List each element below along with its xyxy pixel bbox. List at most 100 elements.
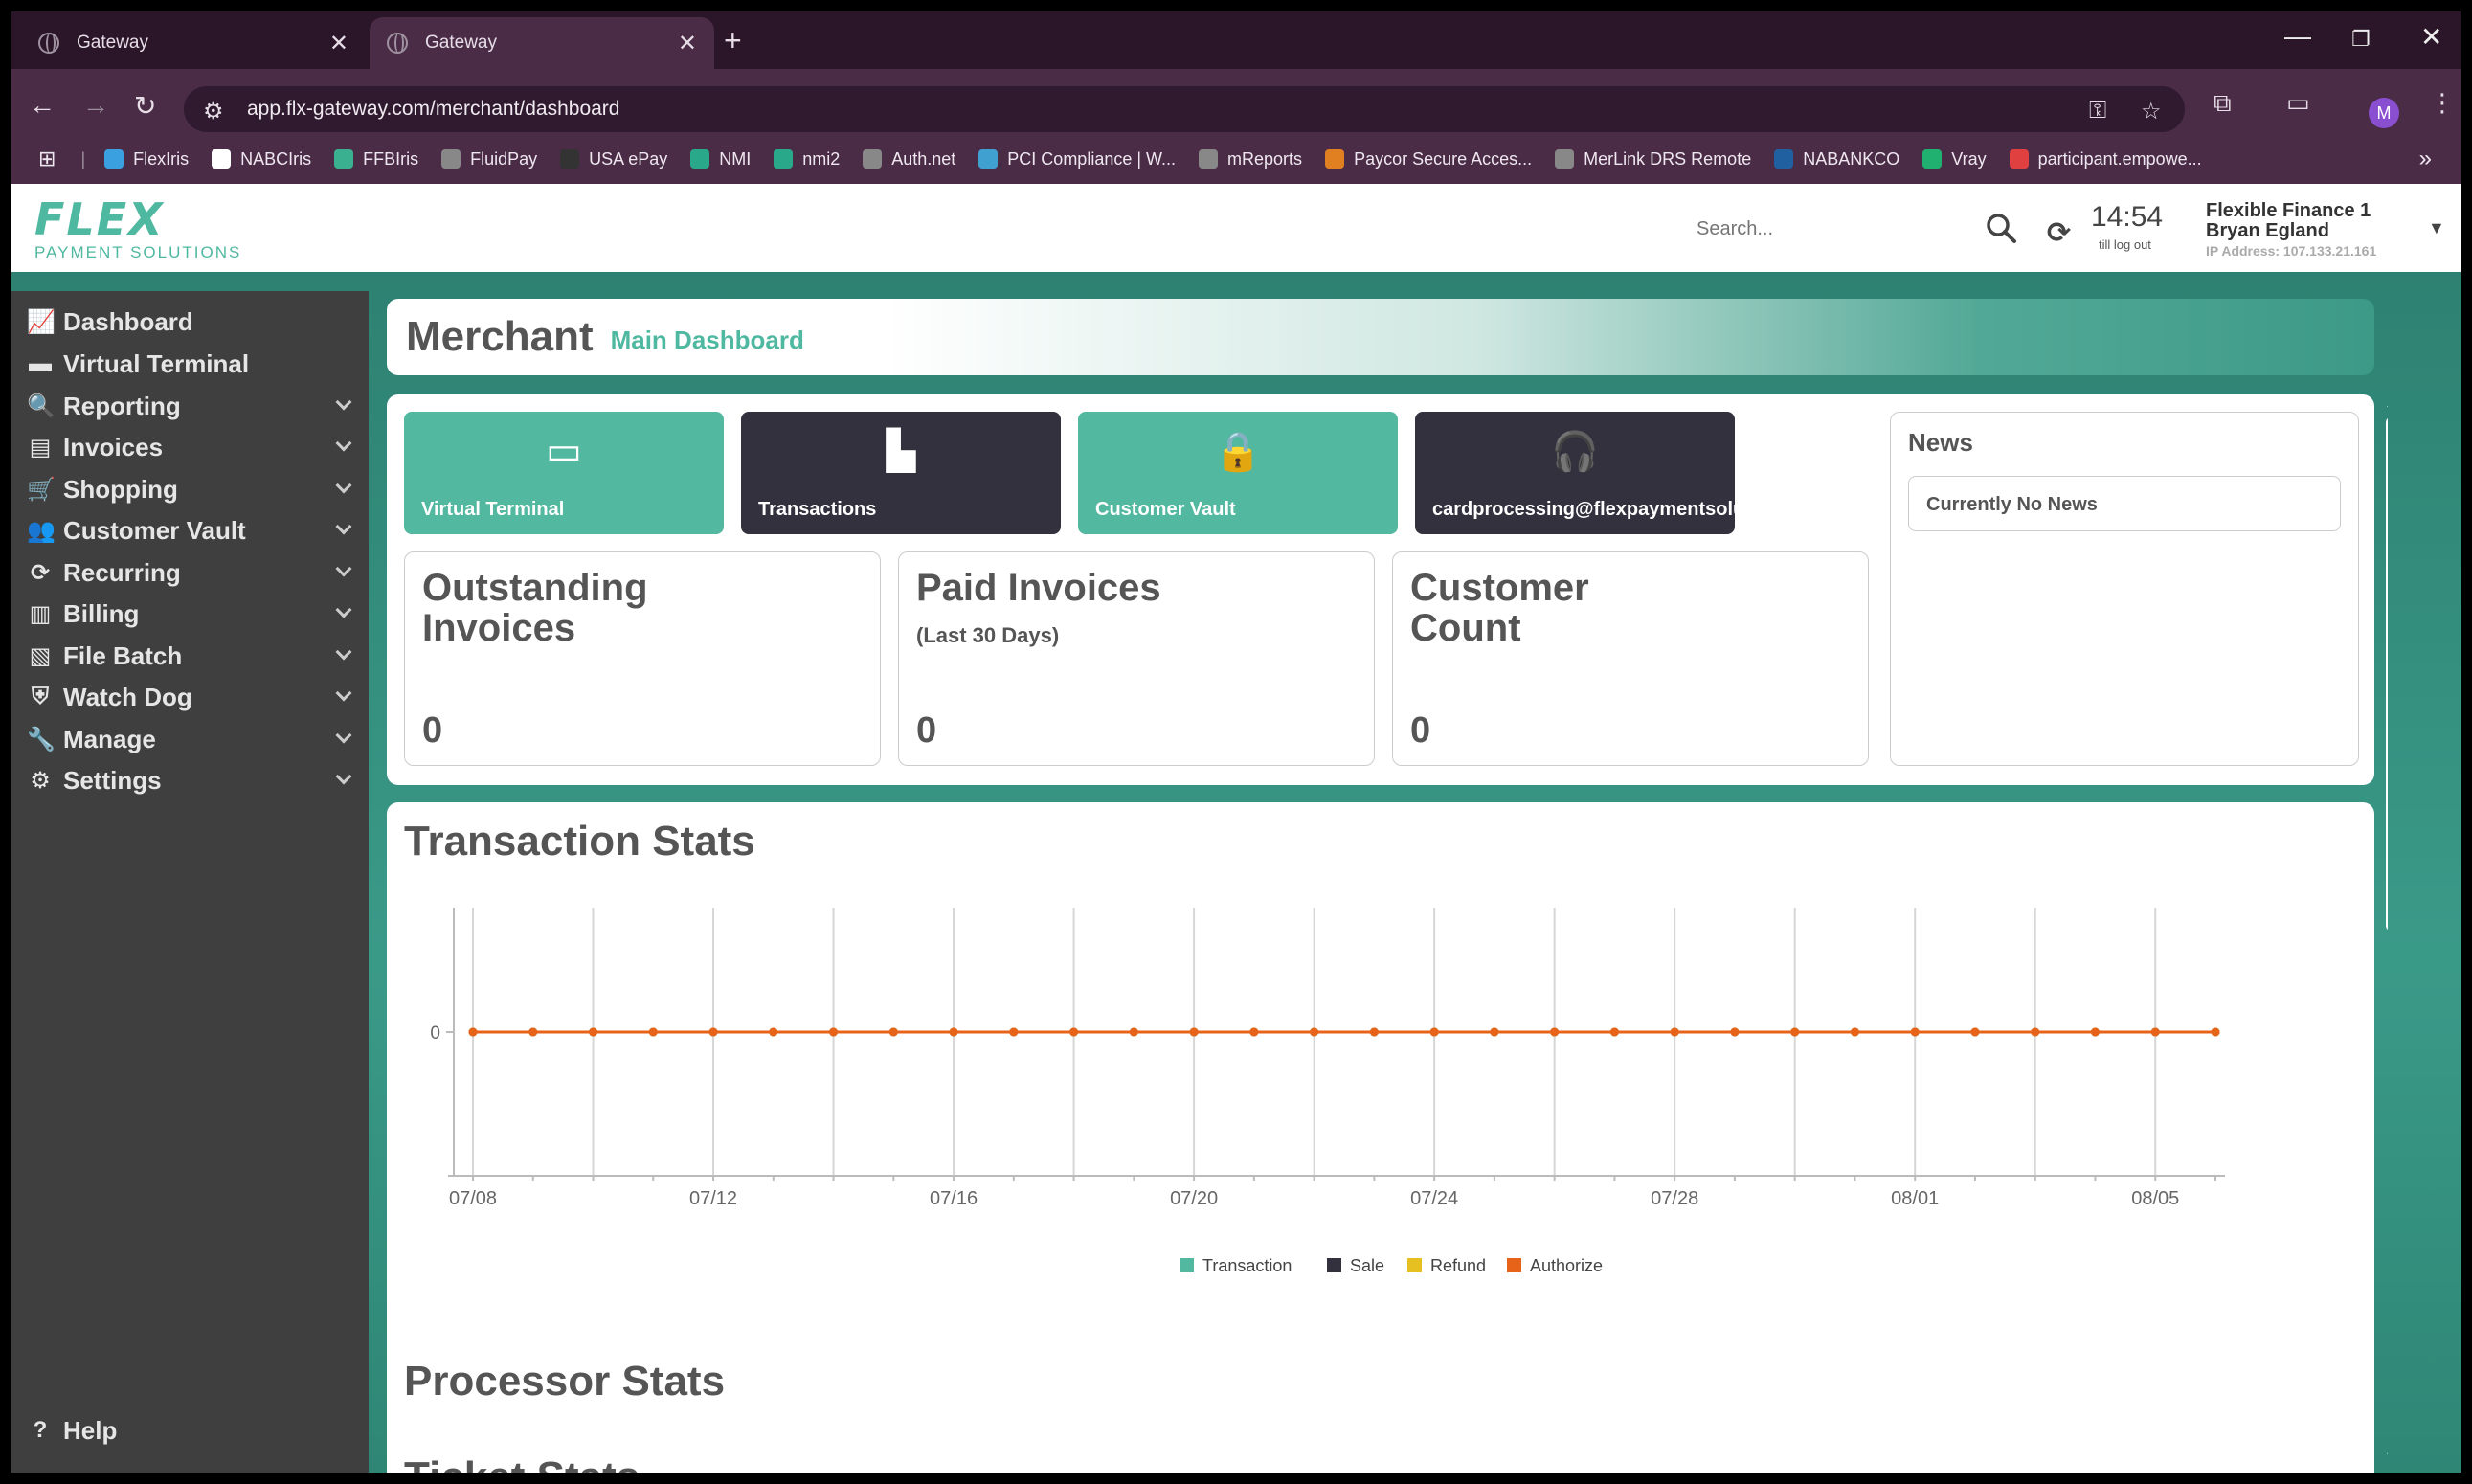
sidebar-item-watch-dog[interactable]: ⛨ Watch Dog	[27, 678, 357, 716]
menu-icon[interactable]: ⋮	[2430, 88, 2455, 118]
sidebar-item-reporting[interactable]: 🔍 Reporting	[27, 387, 357, 425]
sidebar-item-file-batch[interactable]: ▧ File Batch	[27, 637, 357, 675]
forward-icon[interactable]: →	[82, 90, 109, 121]
window-close-icon[interactable]: ✕	[2420, 21, 2442, 53]
bookmark-label: participant.empowe...	[2037, 148, 2202, 169]
search-icon[interactable]	[1984, 211, 2018, 245]
legend-label-authorize: Authorize	[1530, 1256, 1603, 1275]
bookmark-item[interactable]: nmi2	[774, 149, 840, 169]
chevron-down-icon[interactable]	[335, 643, 352, 661]
chevron-down-icon[interactable]	[335, 727, 352, 744]
browser-tab-active[interactable]: Gateway ✕	[370, 17, 714, 69]
more-bookmarks-icon[interactable]: »	[2419, 146, 2432, 172]
bookmark-item[interactable]: NMI	[690, 149, 751, 169]
reload-icon[interactable]: ↻	[134, 90, 156, 122]
bookmark-item[interactable]: Vray	[1922, 149, 1987, 169]
restore-icon[interactable]: ❐	[2351, 27, 2371, 52]
new-tab-icon[interactable]: +	[724, 23, 742, 58]
sidebar-item-billing[interactable]: ▥ Billing	[27, 595, 357, 633]
sidebar-item-label: Virtual Terminal	[63, 349, 250, 378]
bookmark-favicon-icon	[1555, 149, 1575, 169]
chevron-down-icon[interactable]	[335, 685, 352, 702]
sidebar-item-manage[interactable]: 🔧 Manage	[27, 720, 357, 758]
sidebar-item-customer-vault[interactable]: 👥 Customer Vault	[27, 511, 357, 550]
chevron-down-icon[interactable]	[335, 601, 352, 618]
chevron-down-icon[interactable]	[335, 560, 352, 577]
user-menu[interactable]: Flexible Finance 1 Bryan Egland IP Addre…	[2206, 201, 2376, 261]
bookmark-item[interactable]: PCI Compliance | W...	[978, 149, 1176, 169]
bookmark-item[interactable]: participant.empowe...	[2009, 148, 2202, 169]
scroll-down-arrow-icon[interactable]: ▼	[2384, 1450, 2388, 1467]
sidebar-item-virtual-terminal[interactable]: ▬ Virtual Terminal	[27, 345, 357, 383]
browser-window: Gateway ✕ Gateway ✕ + — ❐ ✕ ← → ↻ ⚙ app.…	[11, 11, 2461, 1473]
bookmark-item[interactable]: Paycor Secure Acces...	[1325, 149, 1532, 169]
session-refresh-icon[interactable]: ⟳	[2047, 216, 2071, 250]
outstanding-invoices-card[interactable]: Outstanding Invoices 0	[404, 551, 881, 766]
browser-tab[interactable]: Gateway ✕	[21, 17, 366, 69]
page-title: Merchant	[406, 313, 594, 360]
quick-link-support-email[interactable]: 🎧 cardprocessing@flexpaymentsolutions.com	[1415, 412, 1835, 534]
bookmark-label: USA ePay	[589, 148, 668, 169]
globe-icon	[38, 33, 59, 54]
chevron-down-icon[interactable]	[335, 768, 352, 785]
sidebar-item-settings[interactable]: ⚙ Settings	[27, 761, 357, 799]
news-card: News Currently No News	[1890, 412, 2359, 766]
key-icon[interactable]: ⚿	[2089, 98, 2106, 124]
paid-invoices-card[interactable]: Paid Invoices (Last 30 Days) 0	[898, 551, 1375, 766]
close-tab-icon[interactable]: ✕	[678, 30, 697, 57]
quick-link-virtual-terminal[interactable]: ▭ Virtual Terminal	[404, 412, 724, 534]
tab-title: Gateway	[425, 33, 497, 53]
quick-link-transactions[interactable]: ▙ Transactions	[741, 412, 1061, 534]
bookmark-item[interactable]: FFBIris	[334, 149, 418, 169]
cast-icon[interactable]: ▭	[2286, 88, 2310, 118]
processor-stats-title: Processor Stats	[404, 1358, 726, 1405]
bookmark-item[interactable]: FluidPay	[441, 149, 537, 169]
bookmark-item[interactable]: mReports	[1199, 149, 1302, 169]
chevron-down-icon[interactable]	[335, 477, 352, 494]
content-scrollbar[interactable]: ▲ ▼	[2384, 394, 2388, 1467]
sidebar-item-label: Invoices	[63, 432, 164, 461]
bookmark-divider: |	[80, 148, 86, 169]
scroll-thumb[interactable]	[2386, 417, 2388, 931]
stat-title: Outstanding Invoices	[422, 567, 648, 649]
bookmark-item[interactable]: Auth.net	[863, 149, 955, 169]
bookmark-item[interactable]: NABCIris	[212, 149, 311, 169]
data-point-authorize	[1429, 1027, 1439, 1037]
scroll-up-arrow-icon[interactable]: ▲	[2384, 394, 2388, 412]
gateway-app: FLEX PAYMENT SOLUTIONS ⟳ 14:54 till log …	[11, 184, 2461, 1473]
address-bar[interactable]: ⚙ app.flx-gateway.com/merchant/dashboard…	[184, 86, 2185, 132]
bookmark-label: NABCIris	[240, 148, 312, 169]
sidebar-item-dashboard[interactable]: 📈 Dashboard	[27, 303, 357, 341]
back-icon[interactable]: ←	[29, 90, 56, 121]
sidebar-item-recurring[interactable]: ⟳ Recurring	[27, 553, 357, 592]
sidebar-item-help[interactable]: ? Help	[27, 1411, 357, 1450]
minimize-icon[interactable]: —	[2284, 21, 2311, 52]
extensions-icon[interactable]: ⧉	[2214, 88, 2232, 119]
site-info-icon[interactable]: ⚙	[203, 98, 224, 125]
data-point-authorize	[2211, 1027, 2220, 1037]
bookmark-item[interactable]: USA ePay	[560, 149, 667, 169]
sidebar-item-invoices[interactable]: ▤ Invoices	[27, 428, 357, 466]
profile-avatar[interactable]: M	[2369, 98, 2399, 128]
caret-down-icon[interactable]: ▼	[2428, 218, 2445, 238]
bookmark-item[interactable]: FlexIris	[104, 149, 189, 169]
stat-title: Customer Count	[1410, 567, 1589, 649]
chevron-down-icon[interactable]	[335, 435, 352, 452]
customer-count-card[interactable]: Customer Count 0	[1392, 551, 1869, 766]
quick-link-customer-vault[interactable]: 🔒 Customer Vault	[1078, 412, 1398, 534]
bookmark-item[interactable]: MerLink DRS Remote	[1555, 149, 1751, 169]
flex-logo[interactable]: FLEX PAYMENT SOLUTIONS	[34, 197, 241, 262]
data-point-authorize	[1129, 1027, 1138, 1037]
legend-label-sale: Sale	[1350, 1256, 1384, 1275]
sidebar-item-shopping[interactable]: 🛒 Shopping	[27, 470, 357, 508]
chevron-down-icon[interactable]	[335, 393, 352, 411]
data-point-authorize	[1730, 1027, 1740, 1037]
apps-grid-icon[interactable]: ⊞	[38, 146, 56, 171]
logo-tagline: PAYMENT SOLUTIONS	[34, 243, 242, 261]
star-icon[interactable]: ☆	[2141, 98, 2162, 125]
x-tick-label: 07/16	[930, 1188, 978, 1209]
close-tab-icon[interactable]: ✕	[329, 30, 348, 57]
chevron-down-icon[interactable]	[335, 518, 352, 535]
search-input[interactable]	[1697, 213, 1984, 245]
bookmark-item[interactable]: NABANKCO	[1774, 149, 1899, 169]
